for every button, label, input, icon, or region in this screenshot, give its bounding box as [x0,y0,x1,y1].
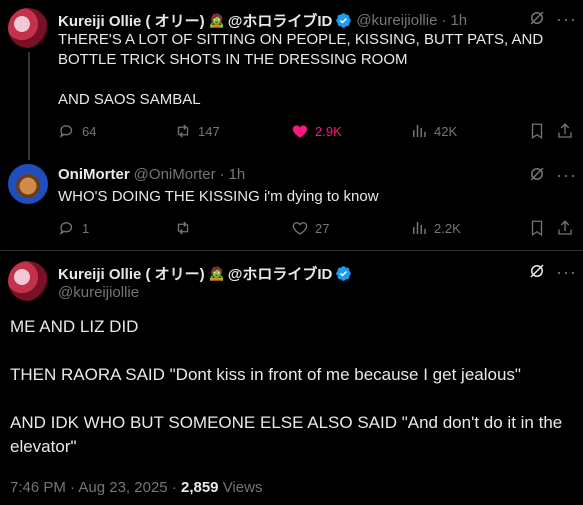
like-icon [292,125,308,138]
zombie-emoji: 🧟 [208,266,225,281]
separator-dot: · [171,479,177,496]
tweet-actions: 64 147 2.9K 42K [58,122,573,142]
display-name-suffix[interactable]: @ホロライブID [228,263,333,284]
handle[interactable]: @OniMorter [134,166,216,183]
separator-dot: · [70,479,76,496]
tweet-paragraph: AND IDK WHO BUT SOMEONE ELSE ALSO SAID "… [10,413,563,456]
display-name[interactable]: OniMorter [58,166,130,183]
zombie-emoji: 🧟 [208,13,225,28]
reply-count: 64 [82,123,97,139]
repost-count: 147 [198,123,220,139]
views-icon [413,222,426,234]
display-name[interactable]: Kureiji Ollie ( オリー) [58,10,205,31]
like-icon [292,222,308,235]
separator-dot: · [441,12,447,29]
display-name[interactable]: Kureiji Ollie ( オリー) [58,263,205,284]
bookmark-button[interactable] [528,122,546,140]
repost-icon [177,221,189,235]
handle[interactable]: @kureijiollie [356,12,437,29]
share-icon [558,220,572,235]
views-button[interactable]: 2.2K [410,219,461,237]
bookmark-icon [531,220,543,237]
reply-icon [59,222,73,235]
tweet-handle-row: @kureijiollie [58,284,139,301]
views-count: 2.2K [434,220,461,236]
share-icon [558,123,572,138]
tweet-header: OniMorter @OniMorter · 1h [58,166,245,183]
more-icon[interactable]: ··· [556,10,577,28]
like-count: 27 [315,220,330,236]
reply-button[interactable]: 64 [58,122,96,140]
post-date[interactable]: Aug 23, 2025 [78,479,167,496]
views-button[interactable]: 42K [410,122,457,140]
handle[interactable]: @kureijiollie [58,284,139,301]
tweet-actions: 1 27 2.2K [58,219,573,239]
like-count: 2.9K [315,123,342,139]
tweet-text-line: BOTTLE TRICK SHOTS IN THE DRESSING ROOM [58,51,408,68]
share-button[interactable] [556,122,574,140]
grok-icon[interactable] [528,9,546,27]
share-button[interactable] [556,219,574,237]
more-icon[interactable]: ··· [556,263,577,281]
avatar[interactable] [8,8,48,48]
timestamp[interactable]: 1h [450,12,467,29]
tweet-text-line: THERE'S A LOT OF SITTING ON PEOPLE, KISS… [58,31,544,48]
post-time[interactable]: 7:46 PM [10,479,66,496]
more-icon[interactable]: ··· [556,166,577,184]
tweet-header: Kureiji Ollie ( オリー) 🧟 @ホロライブID @kureiji… [58,10,467,31]
thread-line [28,52,30,160]
like-button[interactable]: 2.9K [291,122,342,140]
repost-icon [177,124,189,138]
bookmark-button[interactable] [528,219,546,237]
timestamp[interactable]: 1h [229,166,246,183]
tweet-text: ME AND LIZ DID THEN RAORA SAID "Dont kis… [10,315,570,459]
reply-count: 1 [82,220,90,236]
grok-icon[interactable] [528,262,546,280]
tweet-text: WHO'S DOING THE KISSING i'm dying to kno… [58,188,379,205]
bookmark-icon [531,123,543,140]
display-name-suffix[interactable]: @ホロライブID [228,10,333,31]
reply-icon [59,125,73,138]
tweet-text-line: AND SAOS SAMBAL [58,91,201,108]
tweet-header: Kureiji Ollie ( オリー) 🧟 @ホロライブID [58,263,352,284]
tweet-paragraph: ME AND LIZ DID [10,317,139,336]
like-button[interactable]: 27 [291,219,329,237]
tweet-paragraph: THEN RAORA SAID "Dont kiss in front of m… [10,365,521,384]
views-label: Views [222,479,263,496]
avatar[interactable] [8,261,48,301]
repost-button[interactable] [174,219,198,237]
divider [0,250,583,251]
tweet-meta: 7:46 PM · Aug 23, 2025 · 2,859 Views [10,479,262,496]
views-icon [413,125,426,137]
tweet-text: THERE'S A LOT OF SITTING ON PEOPLE, KISS… [58,30,573,110]
verified-icon [336,266,352,281]
reply-button[interactable]: 1 [58,219,89,237]
separator-dot: · [219,166,225,183]
grok-icon[interactable] [528,165,546,183]
avatar[interactable] [8,164,48,204]
views-count: 2,859 [180,479,219,496]
repost-button[interactable]: 147 [174,122,220,140]
views-count: 42K [434,123,458,139]
verified-icon [336,13,352,28]
